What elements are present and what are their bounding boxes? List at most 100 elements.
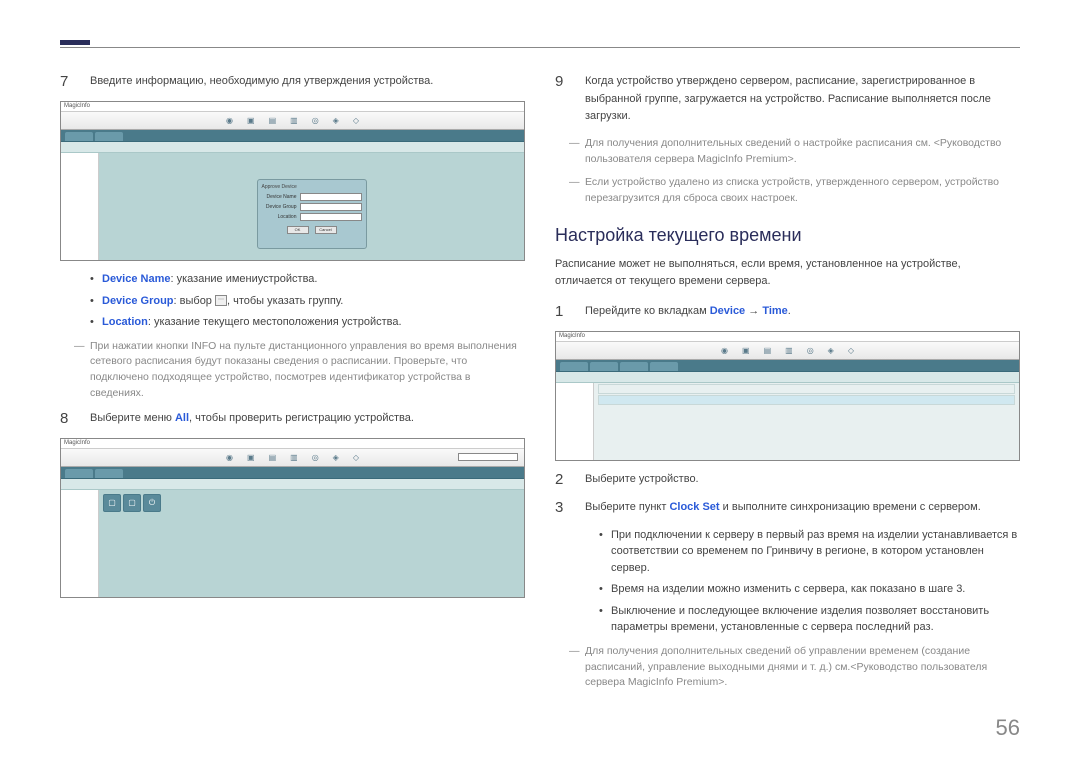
step-text: Выберите пункт Clock Set и выполните син… — [585, 499, 1020, 517]
ss-sidebar — [61, 490, 99, 597]
device-name-text: : указание имениустройства. — [171, 273, 318, 285]
step7-note: При нажатии кнопки INFO на пульте дистан… — [60, 339, 525, 402]
bullet-device-name: Device Name: указание имениустройства. — [90, 271, 525, 288]
dialog-label: Device Group — [262, 204, 297, 210]
step-9: 9 Когда устройство утверждено сервером, … — [555, 73, 1020, 126]
step3-post: и выполните синхронизацию времени с серв… — [720, 501, 981, 513]
ss-sidebar — [61, 153, 99, 260]
ss-tab — [95, 469, 123, 478]
step-7: 7 Введите информацию, необходимую для ут… — [60, 73, 525, 91]
toolbar-icons: ◉ ▣ ▤ ▥ ◎ ◈ ◇ — [721, 346, 854, 355]
header-accent — [60, 40, 90, 45]
device-group-post: , чтобы указать группу. — [227, 295, 343, 307]
cancel-button: Cancel — [315, 226, 337, 234]
right-column: 9 Когда устройство утверждено сервером, … — [555, 73, 1020, 699]
dialog-label: Device Name — [262, 194, 297, 200]
ss-brand: MagicInfo — [61, 439, 524, 449]
left-column: 7 Введите информацию, необходимую для ут… — [60, 73, 525, 699]
step3-sub-bullets: При подключении к серверу в первый раз в… — [599, 527, 1020, 636]
step-8: 8 Выберите меню All, чтобы проверить рег… — [60, 410, 525, 428]
nav-icon: ▣ — [742, 346, 750, 355]
section-heading: Настройка текущего времени — [555, 225, 1020, 246]
ss-toolbar: ◉ ▣ ▤ ▥ ◎ ◈ ◇ — [61, 449, 524, 467]
ss-main: ▢ ▢ ⏻ — [99, 490, 524, 597]
screenshot-device-time: MagicInfo ◉ ▣ ▤ ▥ ◎ ◈ ◇ — [555, 331, 1020, 461]
nav-icon: ◇ — [848, 346, 854, 355]
step-num: 9 — [555, 73, 573, 91]
ss-main — [594, 383, 1019, 460]
nav-icon: ▥ — [290, 116, 298, 125]
nav-icon: ◎ — [807, 346, 814, 355]
clock-set-link: Clock Set — [669, 501, 719, 513]
dialog-row: Device Group — [262, 203, 362, 211]
ss-sidebar — [556, 383, 594, 460]
ss-main: Approve Device Device Name Device Group … — [99, 153, 524, 260]
action-buttons: ▢ ▢ ⏻ — [99, 490, 524, 516]
action-btn: ▢ — [103, 494, 121, 512]
toolbar-icons: ◉ ▣ ▤ ▥ ◎ ◈ ◇ — [226, 116, 359, 125]
step-num: 3 — [555, 499, 573, 517]
note-9b: Если устройство удалено из списка устрой… — [569, 175, 1020, 207]
ss-body: Approve Device Device Name Device Group … — [61, 153, 524, 260]
nav-icon: ▤ — [764, 346, 772, 355]
table-row — [598, 395, 1015, 405]
screenshot-all-devices: MagicInfo ◉ ▣ ▤ ▥ ◎ ◈ ◇ — [60, 438, 525, 598]
action-btn: ▢ — [123, 494, 141, 512]
step3-pre: Выберите пункт — [585, 501, 669, 513]
step-3: 3 Выберите пункт Clock Set и выполните с… — [555, 499, 1020, 517]
table-row — [598, 384, 1015, 394]
ok-button: OK — [287, 226, 309, 234]
ss-tab — [590, 362, 618, 371]
nav-icon: ▣ — [247, 116, 255, 125]
ss-tab — [65, 132, 93, 141]
dialog-input — [300, 203, 362, 211]
nav-icon: ◈ — [333, 116, 339, 125]
ss-tabs — [61, 130, 524, 142]
step-1: 1 Перейдите ко вкладкам Device → Time. — [555, 303, 1020, 321]
device-name-label: Device Name — [102, 273, 171, 285]
screenshot-approve-device: MagicInfo ◉ ▣ ▤ ▥ ◎ ◈ ◇ — [60, 101, 525, 261]
final-note: Для получения дополнительных сведений об… — [569, 644, 1020, 691]
step-num: 2 — [555, 471, 573, 489]
device-group-pre: : выбор — [174, 295, 215, 307]
device-link: Device — [710, 305, 745, 317]
ss-brand: MagicInfo — [61, 102, 524, 112]
all-link: All — [175, 412, 189, 424]
ss-toolbar: ◉ ▣ ▤ ▥ ◎ ◈ ◇ — [61, 112, 524, 130]
toolbar-icons: ◉ ▣ ▤ ▥ ◎ ◈ ◇ — [226, 453, 359, 462]
dialog-row: Location — [262, 213, 362, 221]
ss-tab — [65, 469, 93, 478]
nav-icon: ◎ — [312, 116, 319, 125]
nav-icon: ◇ — [353, 453, 359, 462]
ss-brand: MagicInfo — [556, 332, 1019, 342]
approve-dialog: Approve Device Device Name Device Group … — [257, 179, 367, 249]
device-group-label: Device Group — [102, 295, 174, 307]
nav-icon: ◈ — [828, 346, 834, 355]
nav-icon: ▥ — [785, 346, 793, 355]
page-columns: 7 Введите информацию, необходимую для ут… — [60, 73, 1020, 699]
sub-bullet: Выключение и последующее включение издел… — [599, 603, 1020, 636]
nav-icon: ▥ — [290, 453, 298, 462]
nav-icon: ▤ — [269, 453, 277, 462]
step7-bullets: Device Name: указание имениустройства. D… — [90, 271, 525, 331]
step-text: Когда устройство утверждено сервером, ра… — [585, 73, 1020, 126]
step8-post: , чтобы проверить регистрацию устройства… — [189, 412, 414, 424]
nav-icon: ◉ — [721, 346, 728, 355]
ss-subbar — [61, 142, 524, 153]
dialog-label: Location — [262, 214, 297, 220]
ss-tab — [560, 362, 588, 371]
dialog-row: Device Name — [262, 193, 362, 201]
step-num: 8 — [60, 410, 78, 428]
sub-bullet: Время на изделии можно изменить с сервер… — [599, 581, 1020, 598]
ss-body — [556, 383, 1019, 460]
ss-subbar — [556, 372, 1019, 383]
nav-icon: ◉ — [226, 116, 233, 125]
nav-icon: ▣ — [247, 453, 255, 462]
power-icon: ⏻ — [143, 494, 161, 512]
header-rule — [60, 47, 1020, 48]
ellipsis-icon: ⋯ — [215, 295, 227, 306]
nav-icon: ◈ — [333, 453, 339, 462]
step-text: Выберите меню All, чтобы проверить регис… — [90, 410, 525, 428]
bullet-location: Location: указание текущего местоположен… — [90, 314, 525, 331]
location-label: Location — [102, 316, 148, 328]
